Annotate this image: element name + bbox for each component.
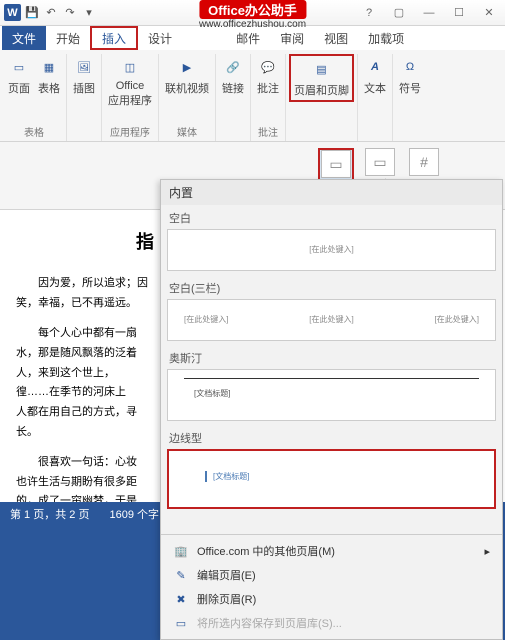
text-icon: A [364,56,386,78]
minimize-icon[interactable]: — [417,4,441,22]
remove-icon: ✖ [173,591,189,607]
comments-button[interactable]: 💬批注 [254,54,282,98]
table-icon: ▦ [38,56,60,78]
remove-header-item[interactable]: ✖删除页眉(R) [167,587,496,611]
tab-design[interactable]: 设计 [138,26,182,50]
header-gallery-dropdown: 内置 空白 [在此处键入] 空白(三栏) [在此处键入] [在此处键入] [在此… [160,179,503,640]
text-button[interactable]: A文本 [361,54,389,98]
word-count[interactable]: 1609 个字 [109,506,159,636]
header-icon: ▭ [321,150,351,178]
pagenum-icon: # [409,148,439,176]
link-icon: 🔗 [222,56,244,78]
tab-addin[interactable]: 加载项 [358,26,414,50]
symbols-button[interactable]: Ω符号 [396,54,424,98]
picture-icon: 🖼 [73,56,95,78]
preset-blank-label: 空白 [167,207,496,229]
preset-border-label: 边线型 [167,427,496,449]
group-apps: 应用程序 [110,123,150,141]
illustrations-button[interactable]: 🖼插图 [70,54,98,98]
more-headers-item[interactable]: 🏢Office.com 中的其他页眉(M)▸ [167,539,496,563]
video-icon: ▶ [176,56,198,78]
preset-blank[interactable]: [在此处键入] [167,229,496,271]
comment-icon: 💬 [257,56,279,78]
tab-home[interactable]: 开始 [46,26,90,50]
ribbon: ▭页面 ▦表格 表格 🖼插图 ◫Office 应用程序 应用程序 ▶联机视频 媒… [0,50,505,142]
save-to-gallery-item: ▭将所选内容保存到页眉库(S)... [167,611,496,635]
doc-title: 指 [16,226,154,258]
tab-file[interactable]: 文件 [2,26,46,50]
document-body[interactable]: 指 因为爱，所以追求；因笑，幸福，已不再遥远。 每个人心中都有一扇水，那是随风飘… [0,212,160,542]
symbol-icon: Ω [399,56,421,78]
preset-border[interactable]: [文档标题] [167,449,496,509]
tables-button[interactable]: ▦表格 [35,54,63,98]
redo-icon[interactable]: ↷ [62,5,78,21]
footer-icon: ▭ [365,148,395,176]
apps-button[interactable]: ◫Office 应用程序 [105,54,155,110]
group-comments: 批注 [258,123,278,141]
edit-header-item[interactable]: ✎编辑页眉(E) [167,563,496,587]
group-media: 媒体 [177,123,197,141]
preset-austin[interactable]: [文档标题] [167,369,496,421]
maximize-icon[interactable]: ☐ [447,4,471,22]
help-icon[interactable]: ? [357,4,381,22]
preset-blank3-label: 空白(三栏) [167,277,496,299]
office-icon: 🏢 [173,543,189,559]
undo-icon[interactable]: ↶ [43,5,59,21]
ribbon-display-icon[interactable]: ▢ [387,4,411,22]
header-footer-icon: ▤ [311,58,333,80]
edit-icon: ✎ [173,567,189,583]
gallery-builtin-label: 内置 [161,180,502,205]
close-icon[interactable]: ✕ [477,4,501,22]
preset-austin-label: 奥斯汀 [167,347,496,369]
save-gallery-icon: ▭ [173,615,189,631]
tab-insert[interactable]: 插入 [90,26,138,50]
apps-icon: ◫ [119,56,141,78]
preset-blank3[interactable]: [在此处键入] [在此处键入] [在此处键入] [167,299,496,341]
tab-view[interactable]: 视图 [314,26,358,50]
group-tables: 表格 [24,123,44,141]
qat-customize-icon[interactable]: ▾ [81,5,97,21]
links-button[interactable]: 🔗链接 [219,54,247,98]
pages-button[interactable]: ▭页面 [5,54,33,98]
header-footer-button[interactable]: ▤页眉和页脚 [289,54,354,102]
save-icon[interactable]: 💾 [24,5,40,21]
page-icon: ▭ [8,56,30,78]
page-count[interactable]: 第 1 页，共 2 页 [10,506,89,636]
online-video-button[interactable]: ▶联机视频 [162,54,212,98]
watermark: Office办公助手 www.officezhushou.com [199,0,306,30]
word-icon: W [4,4,21,21]
